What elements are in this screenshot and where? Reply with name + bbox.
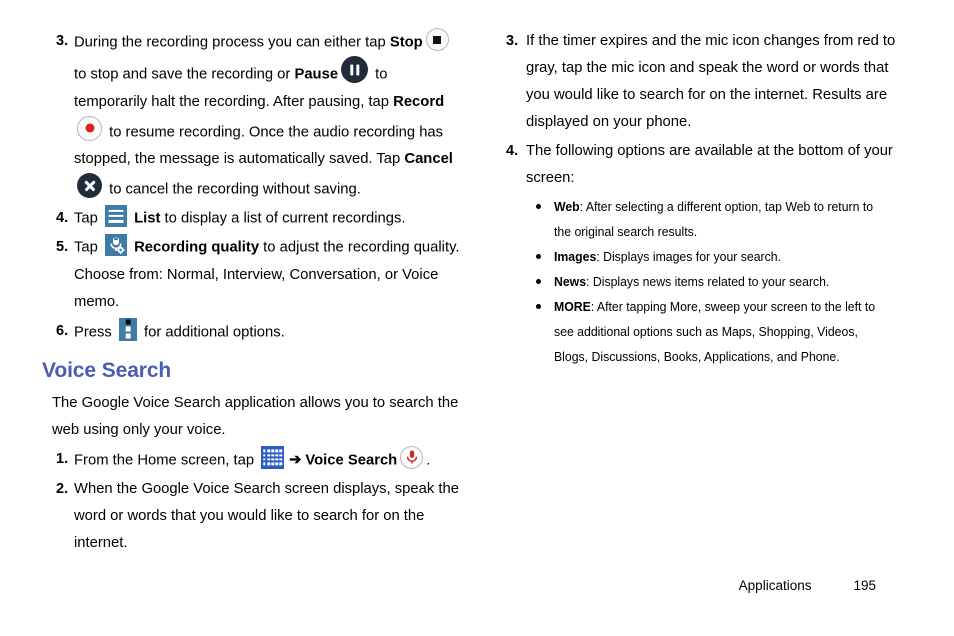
step-3-left: 3. During the recording process you can … [48,28,460,203]
step-seg-text: Tap [74,239,102,256]
footer-chapter-name: Applications [738,578,812,593]
section-heading-voice-search: Voice Search [42,358,172,382]
vertical-dots-glyph [125,318,131,341]
bullet-content: Web: After selecting a different option,… [554,194,889,244]
grid-dots-glyph [263,449,283,465]
bullet-label: Web [554,199,580,214]
footer-inner: Applications 195 [739,578,876,593]
more-options-icon[interactable] [118,317,137,341]
step-number: 3. [56,33,69,49]
stop-square-glyph [433,35,442,44]
arrow-right-icon: ➔ [289,452,302,469]
recording-quality-icon[interactable] [104,234,127,257]
step-seg-text: to cancel the recording without saving. [105,181,361,198]
step-seg-text: to stop and save the recording or [74,66,295,83]
step-seg-text: From the Home screen, tap [74,452,259,469]
list-item: Web: After selecting a different option,… [534,194,914,244]
cancel-label: Cancel [404,150,453,167]
step-text: Tap List to display a list of current re… [74,205,460,232]
step-5-left: 5. Tap Recording quality to adjust the r… [48,234,460,315]
step-number: 2. [56,481,69,498]
step-text: From the Home screen, tap ➔ Voice Search. [74,445,460,475]
left-column: 3. During the recording process you can … [42,28,460,559]
step-seg-text: During the recording process you can eit… [74,34,390,51]
record-dot-glyph [85,123,94,133]
step-seg-text: to adjust the recording quality. Choose … [74,239,460,310]
bullet-content: MORE: After tapping More, sweep your scr… [554,294,889,369]
step-4-left: 4. Tap List to display a list of current… [48,205,460,232]
bullet-content: News: Displays news items related to you… [554,269,829,294]
hamburger-lines-glyph [108,207,124,225]
step-4-right: 4. The following options are available a… [500,138,914,192]
step-seg-text: for additional options. [139,323,285,340]
step-seg-text: Press [74,323,116,340]
voice-search-mic-icon[interactable] [400,445,424,469]
step-text: During the recording process you can eit… [74,28,460,203]
bullet-label: Images [554,249,597,264]
step-text: When the Google Voice Search screen disp… [74,481,459,552]
voice-search-label: Voice Search [305,452,398,469]
cancel-icon[interactable] [77,172,102,198]
list-item: News: Displays news items related to you… [534,269,914,294]
list-icon[interactable] [104,205,127,228]
stop-label: Stop [389,34,423,51]
bullet-dot-icon [536,304,541,309]
step-number: 4. [56,210,69,227]
microphone-glyph [406,450,417,464]
close-x-glyph [83,179,96,192]
step-6-left: 6. Press for additional options. [48,317,460,346]
list-item: Images: Displays images for your search. [534,244,914,269]
step-text: Press for additional options. [74,317,460,346]
step-seg-text: . [426,452,431,469]
bullet-text: : Displays news items related to your se… [586,274,830,289]
record-icon[interactable] [77,115,102,141]
step-3-right: 3. If the timer expires and the mic icon… [500,28,914,136]
step-number: 6. [56,322,69,339]
step-text: The following options are available at t… [526,143,893,186]
step-number: 4. [506,143,519,159]
record-label: Record [393,93,445,110]
intro-paragraph: The Google Voice Search application allo… [52,394,459,438]
bullet-text: : After selecting a different option, ta… [554,199,874,239]
bullet-label: News [554,274,587,289]
bullet-dot-icon [536,204,541,209]
step-number: 1. [56,450,69,467]
manual-page: 3. During the recording process you can … [0,0,954,636]
recording-quality-label: Recording quality [134,239,260,256]
stop-icon[interactable] [425,28,449,51]
pause-icon[interactable] [341,56,369,84]
mic-gear-glyph [110,237,125,255]
options-bullet-list: Web: After selecting a different option,… [534,194,914,369]
footer-page-number: 195 [853,578,876,593]
right-column: 3. If the timer expires and the mic icon… [500,28,914,369]
step-seg-text: to resume recording. Once the audio reco… [74,123,444,167]
bullet-dot-icon [536,279,541,284]
step-seg-text: Tap [74,210,102,227]
bullet-label: MORE [554,299,591,314]
bullet-content: Images: Displays images for your search. [554,244,781,269]
list-label: List [134,210,161,227]
voice-step-2: 2. When the Google Voice Search screen d… [48,476,460,557]
list-item: MORE: After tapping More, sweep your scr… [534,294,914,369]
bullet-text: : Displays images for your search. [596,249,781,264]
step-number: 5. [56,239,69,256]
bullet-dot-icon [536,254,541,259]
step-seg-text: to display a list of current recordings. [160,210,406,227]
bullet-text: : After tapping More, sweep your screen … [554,299,876,364]
voice-step-1: 1. From the Home screen, tap ➔ Voice Sear… [48,445,460,475]
pause-label: Pause [294,66,339,83]
pause-bars-glyph [349,64,360,76]
step-text: If the timer expires and the mic icon ch… [526,33,896,130]
step-number: 3. [506,33,519,49]
step-text: Tap Recording quality to adjust the reco… [74,234,460,315]
apps-grid-icon[interactable] [261,445,285,469]
